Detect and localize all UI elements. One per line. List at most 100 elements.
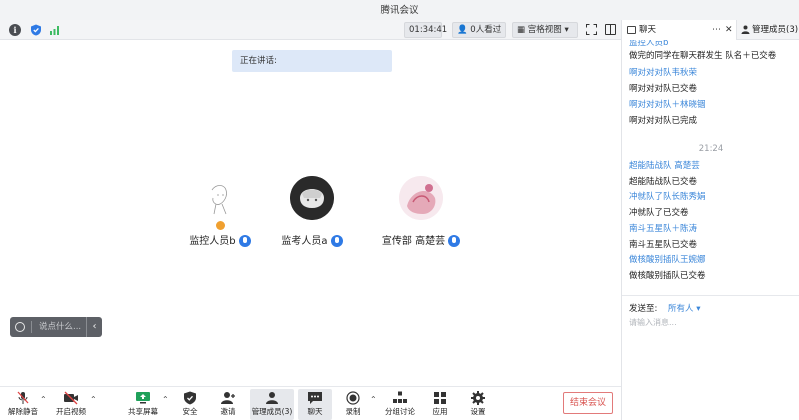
chat-sender: 监控人员b — [629, 40, 669, 48]
host-badge-icon — [215, 221, 225, 230]
meeting-toolbar: 解除静音 ⌃ 开启视频 ⌃ 共享屏幕 ⌃ 安全 邀请 管理成员(3) 聊天 录制… — [0, 386, 621, 420]
chat-message: 南斗五星队已交卷 — [629, 240, 698, 250]
chat-sender: 南斗五星队＋陈涛 — [629, 224, 698, 234]
viewers-label: 0人看过 — [470, 25, 502, 35]
chat-message: 冲就队了已交卷 — [629, 208, 689, 218]
chat-sender: 冲就队了队长陈秀娟 — [629, 192, 706, 202]
close-icon[interactable]: ✕ — [725, 20, 733, 40]
breakout-button[interactable]: 分组讨论 — [384, 389, 416, 420]
meeting-top-bar: i 01:34:41 👤 0人看过 ▦ 宫格视图 ▾ — [0, 20, 621, 40]
end-meeting-button[interactable]: 结束会议 — [563, 392, 613, 414]
viewers-button[interactable]: 👤 0人看过 — [452, 22, 506, 38]
avatar — [290, 176, 334, 220]
sidebar-toggle-icon[interactable] — [605, 24, 616, 35]
send-to-label: 发送至: — [629, 304, 658, 314]
share-screen-icon — [136, 392, 150, 404]
muted-microphone-icon — [17, 391, 29, 404]
video-label: 开启视频 — [56, 407, 86, 416]
participant-name: 宣传部 高楚芸 — [381, 236, 446, 247]
video-off-icon — [64, 391, 78, 405]
chat-message-list[interactable]: 监控人员b 做完的同学在聊天群发生 队名＋已交卷 啊对对对队韦秋荣 啊对对对队已… — [622, 40, 799, 314]
speaking-indicator: 正在讲话: — [232, 50, 392, 72]
chevron-up-icon[interactable]: ⌃ — [90, 395, 97, 404]
apps-grid-icon — [434, 392, 446, 404]
avatar — [198, 176, 242, 220]
security-label: 安全 — [182, 407, 198, 416]
chevron-left-icon[interactable]: ‹ — [86, 317, 102, 337]
shield-icon[interactable] — [30, 24, 42, 36]
members-icon — [266, 392, 278, 404]
emoji-icon[interactable] — [15, 322, 25, 332]
unmute-button[interactable]: 解除静音 — [6, 389, 40, 420]
chevron-down-icon: ▾ — [564, 25, 569, 35]
quick-chat-placeholder: 说点什么... — [39, 322, 82, 332]
user-icon: 👤 — [457, 25, 468, 35]
settings-button[interactable]: 设置 — [466, 389, 490, 420]
avatar — [399, 176, 443, 220]
chat-message: 啊对对对队已交卷 — [629, 84, 698, 94]
microphone-icon — [238, 235, 251, 247]
tab-chat[interactable]: 聊天 ⋯ ✕ — [622, 20, 737, 40]
chat-panel-tabs: 聊天 ⋯ ✕ 管理成员(3) — [622, 20, 799, 40]
chat-sender: 超能陆战队 高楚芸 — [629, 161, 700, 171]
manage-members-button[interactable]: 管理成员(3) — [250, 389, 294, 420]
chat-button[interactable]: 聊天 — [298, 389, 332, 420]
chevron-up-icon[interactable]: ⌃ — [370, 395, 377, 404]
fullscreen-icon[interactable] — [586, 24, 597, 35]
chat-message: 啊对对对队已完成 — [629, 116, 698, 126]
record-button[interactable]: 录制 — [340, 389, 366, 420]
share-screen-label: 共享屏幕 — [128, 407, 158, 416]
chat-message: 做完的同学在聊天群发生 队名＋已交卷 — [629, 51, 777, 61]
chat-bubble-icon — [308, 392, 322, 404]
send-target-label: 所有人 — [668, 304, 694, 314]
layout-label: 宫格视图 — [527, 25, 562, 35]
tab-members-label: 管理成员(3) — [752, 25, 799, 35]
invite-label: 邀请 — [220, 407, 236, 416]
apps-label: 应用 — [432, 407, 448, 416]
chat-compose-area: 发送至: 所有人 ▾ 请输入消息... — [622, 295, 799, 420]
record-label: 录制 — [345, 407, 361, 416]
chat-message: 超能陆战队已交卷 — [629, 177, 698, 187]
apps-button[interactable]: 应用 — [428, 389, 452, 420]
microphone-icon — [330, 235, 343, 247]
video-button[interactable]: 开启视频 — [54, 389, 88, 420]
gear-icon — [471, 391, 485, 405]
microphone-icon — [448, 235, 461, 247]
security-button[interactable]: 安全 — [176, 389, 204, 420]
chat-sender: 做核酸别插队王婉娜 — [629, 255, 706, 265]
grid-icon: ▦ — [517, 25, 526, 35]
chevron-up-icon[interactable]: ⌃ — [40, 395, 47, 404]
chat-sender: 啊对对对队＋林晓锢 — [629, 100, 706, 110]
info-icon[interactable]: i — [9, 24, 21, 36]
more-options-icon[interactable]: ⋯ — [712, 20, 721, 40]
breakout-rooms-icon — [393, 391, 407, 403]
send-target-dropdown[interactable]: 所有人 ▾ — [668, 302, 701, 314]
meeting-stage: i 01:34:41 👤 0人看过 ▦ 宫格视图 ▾ 正在讲话: 监控人员b 监… — [0, 20, 621, 386]
unmute-label: 解除静音 — [8, 407, 38, 416]
meeting-timer: 01:34:41 — [404, 22, 447, 38]
chat-bubble-icon — [627, 26, 636, 34]
chat-message-input[interactable]: 请输入消息... — [629, 317, 677, 328]
participant-name: 监控人员b — [189, 236, 236, 247]
participant-tile[interactable]: 宣传部 高楚芸 — [366, 176, 476, 247]
chat-message: 做核酸别插队已交卷 — [629, 271, 706, 281]
participant-tile[interactable]: 监控人员b — [175, 176, 265, 247]
tab-chat-label: 聊天 — [639, 25, 657, 35]
chevron-up-icon[interactable]: ⌃ — [162, 395, 169, 404]
signal-icon[interactable] — [49, 24, 61, 36]
breakout-label: 分组讨论 — [385, 407, 415, 416]
invite-button[interactable]: 邀请 — [214, 389, 242, 420]
chat-label: 聊天 — [307, 407, 323, 416]
chat-sender: 啊对对对队韦秋荣 — [629, 68, 698, 78]
layout-dropdown[interactable]: ▦ 宫格视图 ▾ — [512, 22, 578, 38]
share-screen-button[interactable]: 共享屏幕 — [126, 389, 160, 420]
user-icon — [741, 25, 750, 34]
quick-chat-input[interactable]: 说点什么... ‹ — [10, 317, 102, 337]
chevron-down-icon: ▾ — [696, 304, 701, 314]
tab-members[interactable]: 管理成员(3) — [739, 20, 798, 40]
record-icon — [346, 391, 360, 405]
window-title: 腾讯会议 — [0, 0, 799, 20]
participant-tile[interactable]: 监考人员a — [267, 176, 357, 247]
settings-label: 设置 — [470, 407, 486, 416]
chat-timestamp: 21:24 — [698, 144, 724, 154]
